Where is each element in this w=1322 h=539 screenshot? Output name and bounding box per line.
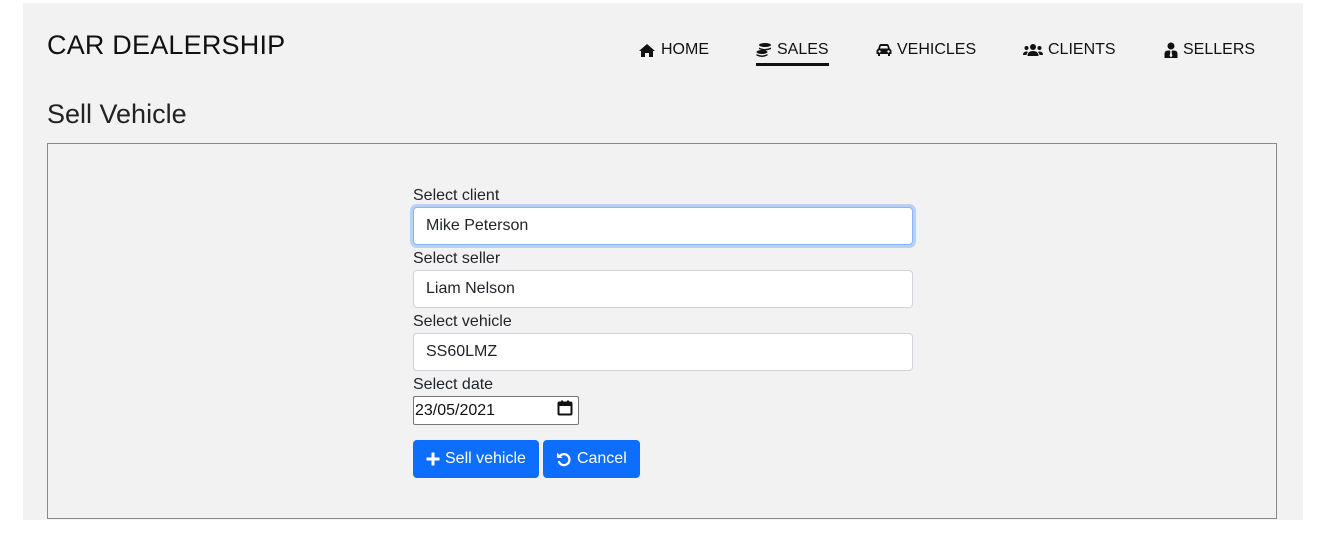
page-title: Sell Vehicle — [47, 99, 187, 129]
undo-icon — [556, 451, 572, 467]
nav-item-sales[interactable]: SALES — [756, 39, 829, 66]
home-icon — [638, 43, 656, 58]
cancel-label: Cancel — [576, 450, 627, 467]
vehicle-label: Select vehicle — [413, 313, 512, 330]
vehicle-select[interactable] — [413, 333, 913, 371]
sell-vehicle-label: Sell vehicle — [445, 450, 526, 467]
nav-item-sellers[interactable]: SELLERS — [1164, 39, 1255, 61]
nav-item-label: SALES — [777, 41, 829, 58]
nav-item-home[interactable]: HOME — [638, 39, 709, 61]
nav-item-clients[interactable]: CLIENTS — [1023, 39, 1116, 61]
cancel-button[interactable]: Cancel — [542, 440, 640, 478]
nav-item-label: VEHICLES — [897, 41, 977, 58]
calendar-icon[interactable] — [557, 400, 573, 421]
nav-item-label: CLIENTS — [1048, 41, 1116, 58]
user-tie-icon — [1164, 42, 1178, 58]
main-nav: HOME SALES VEHICLES CLIENTS SELLERS — [23, 39, 1303, 69]
nav-item-label: SELLERS — [1183, 41, 1256, 58]
date-input[interactable]: 23/05/2021 — [413, 396, 579, 425]
sell-vehicle-form: Select client Select seller Select vehic… — [413, 186, 913, 478]
date-label: Select date — [413, 376, 494, 393]
client-select[interactable] — [413, 207, 913, 245]
nav-item-vehicles[interactable]: VEHICLES — [876, 39, 976, 61]
car-icon — [876, 43, 892, 57]
app-container: CAR DEALERSHIP HOME SALES VEHICLES CLIEN… — [23, 3, 1303, 520]
plus-icon — [426, 452, 440, 466]
sell-vehicle-button[interactable]: Sell vehicle — [413, 440, 539, 478]
client-label: Select client — [413, 187, 500, 204]
users-icon — [1023, 43, 1043, 57]
sell-form-panel: Select client Select seller Select vehic… — [47, 143, 1277, 519]
coins-icon — [756, 42, 772, 58]
seller-label: Select seller — [413, 250, 501, 267]
nav-item-label: HOME — [661, 41, 709, 58]
seller-select[interactable] — [413, 270, 913, 308]
form-actions: Sell vehicle Cancel — [413, 440, 913, 478]
date-value: 23/05/2021 — [415, 401, 496, 419]
